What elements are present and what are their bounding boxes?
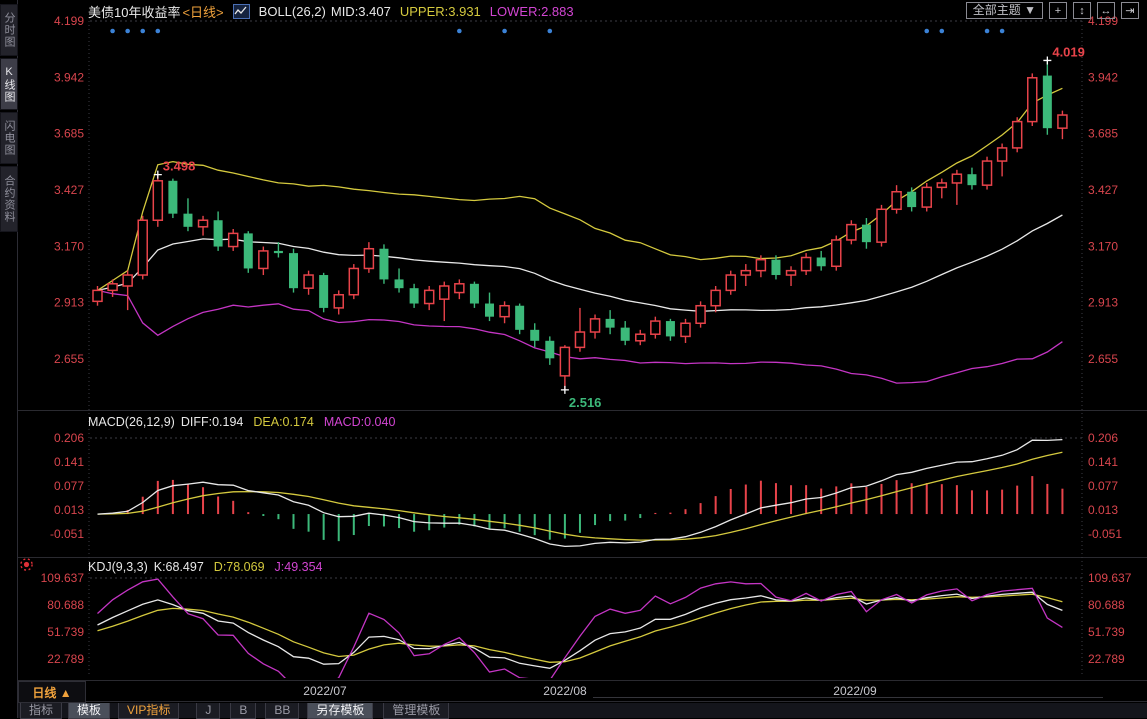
svg-text:3.427: 3.427 (54, 183, 84, 197)
kdj-d-value: D:78.069 (214, 560, 265, 574)
kdj-j-value: J:49.354 (275, 560, 323, 574)
bottom-tab-bar: 指标 模板 VIP指标 J B BB 另存模板 管理模板 (18, 703, 1147, 718)
svg-text:2022/07: 2022/07 (303, 684, 347, 698)
svg-text:3.170: 3.170 (54, 239, 84, 253)
svg-text:0.077: 0.077 (1088, 479, 1118, 493)
svg-text:3.498: 3.498 (163, 159, 196, 174)
macd-title: MACD(26,12,9) (88, 415, 175, 429)
svg-text:2.516: 2.516 (569, 395, 602, 410)
sidebar-tab-contract-info[interactable]: 合约资料 (0, 166, 18, 232)
event-dot (140, 29, 145, 34)
left-tab-strip: 分时图 K线图 闪电图 合约资料 (0, 0, 18, 718)
boll-lower-value: LOWER:2.883 (490, 4, 574, 19)
svg-text:51.739: 51.739 (47, 625, 84, 639)
event-dot (502, 29, 507, 34)
svg-text:109.637: 109.637 (41, 571, 85, 585)
macd-pane (98, 440, 1063, 547)
x-scale-icon[interactable]: ↔ (1097, 2, 1115, 19)
tab-bb[interactable]: BB (265, 703, 299, 719)
price-annotations: 3.498 2.516 4.019 (154, 44, 1085, 409)
svg-text:3.942: 3.942 (1088, 70, 1118, 84)
svg-text:22.789: 22.789 (1088, 652, 1125, 666)
svg-text:2.913: 2.913 (1088, 296, 1118, 310)
boll-mid-value: MID:3.407 (331, 4, 391, 19)
macd-dea-value: DEA:0.174 (253, 415, 313, 429)
alert-icon (19, 557, 34, 577)
svg-text:3.427: 3.427 (1088, 183, 1118, 197)
svg-text:4.199: 4.199 (54, 14, 84, 28)
svg-text:2022/08: 2022/08 (543, 684, 587, 698)
kline-chart-canvas[interactable]: 3.4982.5164.0194.1994.1993.9423.9423.685… (0, 0, 1147, 718)
svg-text:-0.051: -0.051 (50, 527, 84, 541)
event-dot (457, 29, 462, 34)
candlesticks (93, 60, 1067, 389)
event-dot (1000, 29, 1005, 34)
sidebar-tab-timeshare[interactable]: 分时图 (0, 4, 18, 56)
event-dot (924, 29, 929, 34)
svg-text:4.019: 4.019 (1052, 44, 1085, 59)
tab-j[interactable]: J (196, 703, 220, 719)
svg-text:0.013: 0.013 (1088, 503, 1118, 517)
event-dot (110, 29, 115, 34)
symbol-name: 美债10年收益率 (88, 2, 180, 21)
macd-value: MACD:0.040 (324, 415, 396, 429)
y-scale-icon[interactable]: ↕ (1073, 2, 1091, 19)
sidebar-tab-kline[interactable]: K线图 (0, 58, 18, 110)
event-dot (156, 29, 161, 34)
event-dot (985, 29, 990, 34)
period-tag: <日线> (182, 2, 223, 21)
tab-indicators[interactable]: 指标 (20, 703, 62, 719)
top-toolbar: 全部主题 ▼ + ↕ ↔ ⇥ (966, 2, 1139, 19)
chart-header: 美债10年收益率 <日线> BOLL(26,2) MID:3.407 UPPER… (88, 3, 574, 19)
tab-manage-templates[interactable]: 管理模板 (383, 703, 449, 719)
svg-text:-0.051: -0.051 (1088, 527, 1122, 541)
crosshair-icon[interactable]: + (1049, 2, 1067, 19)
svg-text:3.942: 3.942 (54, 70, 84, 84)
svg-text:22.789: 22.789 (47, 652, 84, 666)
svg-text:3.170: 3.170 (1088, 239, 1118, 253)
kline-chart-icon (233, 4, 250, 19)
macd-pane-header: MACD(26,12,9) DIFF:0.194 DEA:0.174 MACD:… (88, 414, 395, 429)
tab-vip-indicators[interactable]: VIP指标 (118, 703, 179, 719)
svg-text:2.655: 2.655 (1088, 352, 1118, 366)
boll-indicator-label: BOLL(26,2) (259, 4, 326, 19)
svg-text:0.077: 0.077 (54, 479, 84, 493)
period-selector[interactable]: 日线 ▲ (18, 681, 86, 703)
kdj-pane (98, 579, 1063, 687)
pane-expand-icon[interactable]: ⇥ (1121, 2, 1139, 19)
event-dot (548, 29, 553, 34)
svg-text:51.739: 51.739 (1088, 625, 1125, 639)
svg-text:0.141: 0.141 (54, 455, 84, 469)
macd-diff-value: DIFF:0.194 (181, 415, 244, 429)
tab-b[interactable]: B (230, 703, 256, 719)
tab-save-template[interactable]: 另存模板 (307, 703, 373, 719)
svg-text:2022/09: 2022/09 (833, 684, 877, 698)
main-price-pane (93, 29, 1067, 390)
event-dot (940, 29, 945, 34)
svg-text:0.206: 0.206 (1088, 431, 1118, 445)
svg-text:2.655: 2.655 (54, 352, 84, 366)
kdj-title: KDJ(9,3,3) (88, 560, 148, 574)
svg-text:3.685: 3.685 (1088, 127, 1118, 141)
event-dot (125, 29, 130, 34)
kdj-pane-header: KDJ(9,3,3) K:68.497 D:78.069 J:49.354 (88, 559, 323, 574)
boll-upper-value: UPPER:3.931 (400, 4, 481, 19)
svg-text:80.688: 80.688 (47, 598, 84, 612)
svg-text:2.913: 2.913 (54, 296, 84, 310)
theme-dropdown[interactable]: 全部主题 ▼ (966, 2, 1043, 19)
svg-text:0.206: 0.206 (54, 431, 84, 445)
sidebar-tab-lightning[interactable]: 闪电图 (0, 112, 18, 164)
kdj-k-value: K:68.497 (154, 560, 204, 574)
svg-text:0.013: 0.013 (54, 503, 84, 517)
svg-text:3.685: 3.685 (54, 127, 84, 141)
tab-templates[interactable]: 模板 (68, 703, 110, 719)
svg-text:109.637: 109.637 (1088, 571, 1132, 585)
svg-text:80.688: 80.688 (1088, 598, 1125, 612)
svg-text:0.141: 0.141 (1088, 455, 1118, 469)
